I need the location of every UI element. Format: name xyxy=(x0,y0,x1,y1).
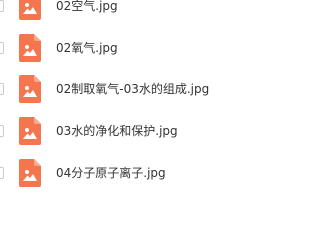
file-name[interactable]: 04分子原子离子.jpg xyxy=(56,166,166,181)
row-checkbox[interactable] xyxy=(0,125,4,137)
row-checkbox[interactable] xyxy=(0,167,4,179)
row-checkbox[interactable] xyxy=(0,83,4,95)
row-checkbox[interactable] xyxy=(0,42,4,54)
file-name[interactable]: 02氧气.jpg xyxy=(56,41,118,56)
file-row[interactable]: 02制取氧气-03水的组成.jpg xyxy=(0,72,300,108)
file-name[interactable]: 02制取氧气-03水的组成.jpg xyxy=(56,82,209,97)
file-list: 02空气.jpg 02氧气.jpg 02制取氧气-03水的组成.jpg 03水的… xyxy=(0,0,300,200)
file-row[interactable]: 04分子原子离子.jpg xyxy=(0,156,300,192)
image-file-icon xyxy=(19,117,41,145)
file-row[interactable]: 03水的净化和保护.jpg xyxy=(0,114,300,150)
file-name[interactable]: 02空气.jpg xyxy=(56,0,118,14)
file-row[interactable]: 02氧气.jpg xyxy=(0,31,300,67)
file-row[interactable]: 02空气.jpg xyxy=(0,0,300,25)
image-file-icon xyxy=(19,159,41,187)
image-file-icon xyxy=(19,0,41,20)
file-name[interactable]: 03水的净化和保护.jpg xyxy=(56,124,178,139)
image-file-icon xyxy=(19,34,41,62)
image-file-icon xyxy=(19,75,41,103)
row-checkbox[interactable] xyxy=(0,0,4,12)
